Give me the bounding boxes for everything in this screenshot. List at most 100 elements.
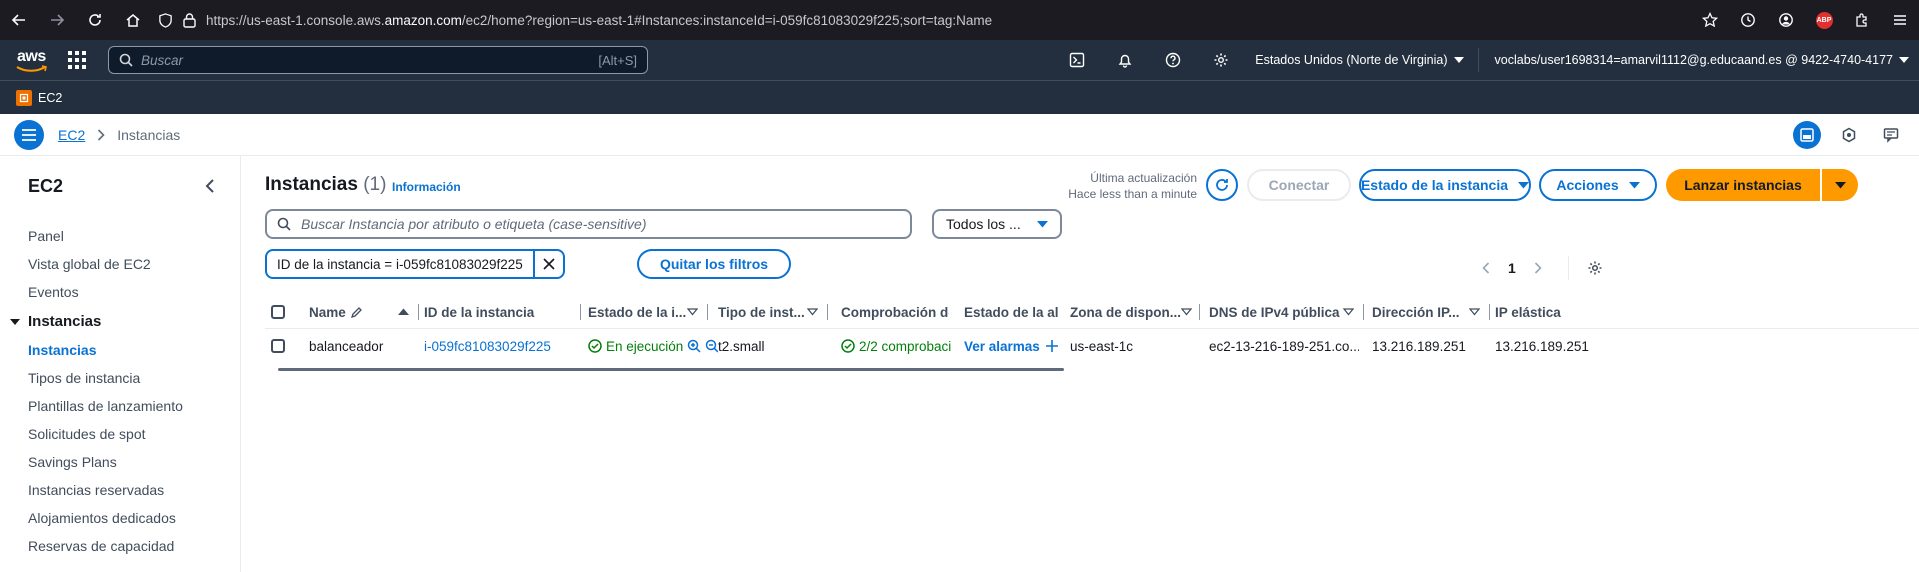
hexagon-icon[interactable]: [1835, 121, 1863, 149]
global-search-input[interactable]: Buscar [Alt+S]: [108, 46, 648, 74]
clear-filters-button[interactable]: Quitar los filtros: [637, 249, 791, 279]
url-text: https://us-east-1.console.aws.amazon.com…: [206, 12, 993, 28]
aws-logo[interactable]: aws: [16, 46, 50, 74]
instance-search-input[interactable]: Buscar Instancia por atributo o etiqueta…: [265, 209, 912, 239]
history-icon[interactable]: [1729, 0, 1767, 40]
sort-caret-icon: [1181, 308, 1192, 316]
panel-toggle-icon[interactable]: [1793, 121, 1821, 149]
previous-page-icon[interactable]: [1482, 262, 1490, 274]
reload-icon[interactable]: [76, 0, 114, 40]
account-menu[interactable]: voclabs/user1698314=amarvil1112@g.educaa…: [1477, 48, 1919, 72]
sidebar-item-events[interactable]: Eventos: [28, 284, 79, 300]
instance-state-button[interactable]: Estado de la instancia: [1359, 169, 1531, 201]
region-selector[interactable]: Estados Unidos (Norte de Virginia): [1245, 40, 1477, 80]
feedback-icon[interactable]: [1877, 121, 1905, 149]
side-nav-toggle[interactable]: [14, 119, 44, 150]
sidebar-section-instancias[interactable]: Instancias: [10, 313, 101, 330]
page-title: Instancias (1): [265, 174, 387, 195]
caret-down-icon: [1628, 181, 1640, 189]
home-icon[interactable]: [114, 0, 152, 40]
caret-down-icon: [1453, 56, 1464, 64]
sort-ascending-icon: [398, 308, 409, 316]
zoom-in-icon[interactable]: [687, 339, 701, 353]
page-number[interactable]: 1: [1508, 260, 1516, 276]
cell-instance-id-link[interactable]: i-059fc81083029f225: [424, 329, 574, 363]
column-ip-address[interactable]: Dirección IP...: [1372, 295, 1490, 329]
sidebar-item-reserved-instances[interactable]: Instancias reservadas: [28, 482, 164, 498]
url-bar[interactable]: https://us-east-1.console.aws.amazon.com…: [158, 0, 992, 40]
column-instance-state[interactable]: Estado de la i...: [588, 295, 708, 329]
cloudshell-icon[interactable]: [1053, 40, 1101, 80]
zoom-out-icon[interactable]: [705, 339, 718, 353]
column-instance-id[interactable]: ID de la instancia: [424, 295, 581, 329]
column-instance-type[interactable]: Tipo de inst...: [718, 295, 828, 329]
table-row[interactable]: balanceador i-059fc81083029f225 En ejecu…: [265, 329, 1919, 363]
view-alarms-link[interactable]: Ver alarmas: [964, 329, 1064, 363]
back-icon[interactable]: [0, 0, 38, 40]
chevron-right-icon: [97, 128, 105, 141]
sort-caret-icon: [687, 308, 698, 316]
next-page-icon[interactable]: [1534, 262, 1542, 274]
sidebar-item-panel[interactable]: Panel: [28, 228, 64, 244]
last-update: Última actualización Hace less than a mi…: [1068, 171, 1197, 201]
connect-button[interactable]: Conectar: [1247, 169, 1351, 201]
sidebar-item-instances[interactable]: Instancias: [28, 342, 96, 358]
ec2-service-icon: [16, 89, 32, 106]
instance-count: (1): [363, 174, 387, 195]
sidebar-item-savings-plans[interactable]: Savings Plans: [28, 454, 117, 470]
column-alarm-status[interactable]: Estado de la ala: [964, 295, 1059, 329]
breadcrumb-ec2[interactable]: EC2: [58, 127, 85, 143]
favorite-ec2[interactable]: EC2: [16, 89, 62, 106]
sidebar-item-launch-templates[interactable]: Plantillas de lanzamiento: [28, 398, 183, 414]
sidebar-item-dedicated-hosts[interactable]: Alojamientos dedicados: [28, 510, 176, 526]
hamburger-menu-icon[interactable]: [1881, 0, 1919, 40]
breadcrumb-bar: EC2 Instancias: [0, 114, 1919, 156]
pagination: 1: [1482, 256, 1603, 280]
column-availability-zone[interactable]: Zona de dispon...: [1070, 295, 1200, 329]
aws-top-nav: aws Buscar [Alt+S] Estados Unidos (Norte…: [0, 40, 1919, 80]
cell-ip-address: 13.216.189.251: [1372, 338, 1466, 354]
caret-down-icon: [1518, 181, 1530, 189]
remove-filter-close-icon[interactable]: [532, 251, 563, 277]
select-all-checkbox[interactable]: [271, 295, 291, 329]
search-icon: [119, 53, 133, 67]
column-name[interactable]: Name: [309, 295, 419, 329]
add-plus-icon[interactable]: [1045, 340, 1058, 352]
sidebar-item-capacity-reservations[interactable]: Reservas de capacidad: [28, 538, 174, 554]
sort-caret-icon: [1343, 308, 1354, 316]
state-filter-select[interactable]: Todos los ...: [932, 209, 1062, 239]
launch-instances-dropdown[interactable]: [1822, 169, 1858, 201]
services-grid-icon[interactable]: [68, 51, 86, 69]
sidebar-item-spot-requests[interactable]: Solicitudes de spot: [28, 426, 146, 442]
row-checkbox[interactable]: [271, 329, 291, 363]
cell-instance-state: En ejecución: [588, 329, 718, 363]
column-status-check[interactable]: Comprobación de: [841, 295, 949, 329]
sidebar-item-global-view[interactable]: Vista global de EC2: [28, 256, 151, 272]
sort-caret-icon: [807, 308, 818, 316]
horizontal-scrollbar[interactable]: [278, 368, 1064, 371]
info-link[interactable]: Información: [392, 180, 461, 194]
search-icon: [277, 217, 291, 231]
actions-button[interactable]: Acciones: [1539, 169, 1657, 201]
success-check-icon: [841, 339, 855, 353]
close-sidebar-icon[interactable]: [200, 176, 220, 196]
settings-gear-icon[interactable]: [1197, 40, 1245, 80]
forward-icon[interactable]: [38, 0, 76, 40]
launch-instances-button[interactable]: Lanzar instancias: [1666, 169, 1820, 201]
column-elastic-ip[interactable]: IP elástica: [1495, 295, 1615, 329]
extensions-icon[interactable]: [1843, 0, 1881, 40]
help-icon[interactable]: [1149, 40, 1197, 80]
lock-icon: [183, 12, 196, 28]
bookmark-star-icon[interactable]: [1691, 0, 1729, 40]
notifications-bell-icon[interactable]: [1101, 40, 1149, 80]
account-icon[interactable]: [1767, 0, 1805, 40]
cell-instance-type: t2.small: [718, 338, 765, 354]
cell-public-dns: ec2-13-216-189-251.co...: [1209, 338, 1359, 354]
adblock-icon[interactable]: ABP: [1805, 0, 1843, 40]
table-preferences-gear-icon[interactable]: [1587, 260, 1603, 276]
caret-down-icon: [1899, 56, 1909, 64]
sidebar-item-instance-types[interactable]: Tipos de instancia: [28, 370, 140, 386]
refresh-icon: [1216, 179, 1228, 191]
column-public-dns[interactable]: DNS de IPv4 pública: [1209, 295, 1364, 329]
refresh-button[interactable]: [1206, 169, 1238, 201]
